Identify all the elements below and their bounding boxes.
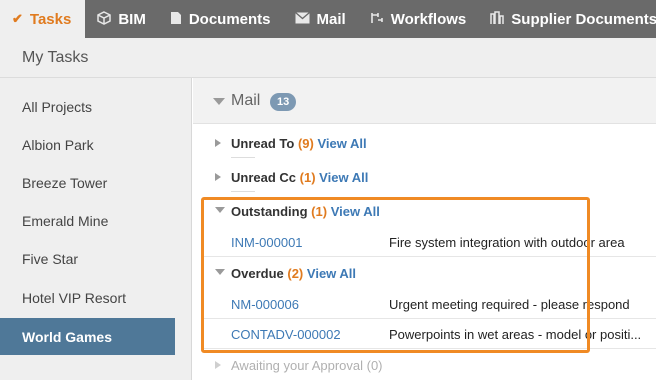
- tab-label: Documents: [188, 10, 271, 28]
- mail-section-header[interactable]: Mail 13: [193, 78, 656, 124]
- mail-section-label: Mail: [231, 92, 261, 109]
- sidebar-item-five-star[interactable]: Five Star: [0, 240, 175, 277]
- expand-arrow-icon[interactable]: [215, 173, 221, 181]
- divider: [231, 191, 255, 192]
- group-count: (1): [299, 170, 316, 185]
- page-title: My Tasks: [22, 49, 89, 66]
- cube-icon: [97, 10, 112, 28]
- view-all-link[interactable]: View All: [319, 170, 368, 185]
- sidebar-item-emerald-mine[interactable]: Emerald Mine: [0, 202, 175, 239]
- project-sidebar: All Projects Albion Park Breeze Tower Em…: [0, 78, 192, 380]
- tab-label: BIM: [118, 10, 146, 28]
- group-label: Unread Cc: [231, 170, 297, 185]
- workflow-icon: [370, 11, 384, 28]
- tab-label: Supplier Documents: [511, 10, 656, 28]
- tab-supplier-documents[interactable]: Supplier Documents: [478, 0, 656, 38]
- tab-label: Mail: [316, 10, 346, 28]
- group-label: Awaiting your Approval (0): [231, 358, 383, 373]
- group-count: (9): [297, 136, 314, 151]
- highlight-box: [201, 197, 590, 353]
- tab-label: Tasks: [29, 10, 72, 28]
- sidebar-item-hotel-vip-resort[interactable]: Hotel VIP Resort: [0, 279, 175, 316]
- tab-mail[interactable]: Mail: [283, 0, 358, 38]
- tab-workflows[interactable]: Workflows: [358, 0, 479, 38]
- group-unread-to[interactable]: Unread To (9) View All: [193, 128, 656, 158]
- tab-label: Workflows: [390, 10, 467, 28]
- document-icon: [170, 11, 182, 28]
- collapse-arrow-icon[interactable]: [213, 98, 225, 105]
- group-awaiting-approval[interactable]: Awaiting your Approval (0): [193, 355, 656, 380]
- envelope-icon: [294, 11, 310, 27]
- page-header: My Tasks: [0, 38, 656, 78]
- building-icon: [490, 10, 505, 28]
- group-label: Unread To: [231, 136, 295, 151]
- tab-tasks[interactable]: ✔ Tasks: [0, 0, 86, 38]
- sidebar-item-all-projects[interactable]: All Projects: [0, 88, 175, 125]
- top-nav: ✔ Tasks BIM Documents Mail Workflows Sup…: [0, 0, 656, 38]
- expand-arrow-icon[interactable]: [215, 139, 221, 147]
- view-all-link[interactable]: View All: [317, 136, 366, 151]
- divider: [231, 157, 255, 158]
- group-unread-cc[interactable]: Unread Cc (1) View All: [193, 162, 656, 192]
- tab-bim[interactable]: BIM: [85, 0, 158, 38]
- tab-documents[interactable]: Documents: [158, 0, 283, 38]
- sidebar-item-world-games[interactable]: World Games: [0, 318, 175, 355]
- sidebar-item-albion-park[interactable]: Albion Park: [0, 126, 175, 163]
- mail-count-badge: 13: [270, 93, 297, 111]
- check-icon: ✔: [12, 11, 23, 26]
- sidebar-item-breeze-tower[interactable]: Breeze Tower: [0, 164, 175, 201]
- expand-arrow-icon[interactable]: [215, 361, 221, 369]
